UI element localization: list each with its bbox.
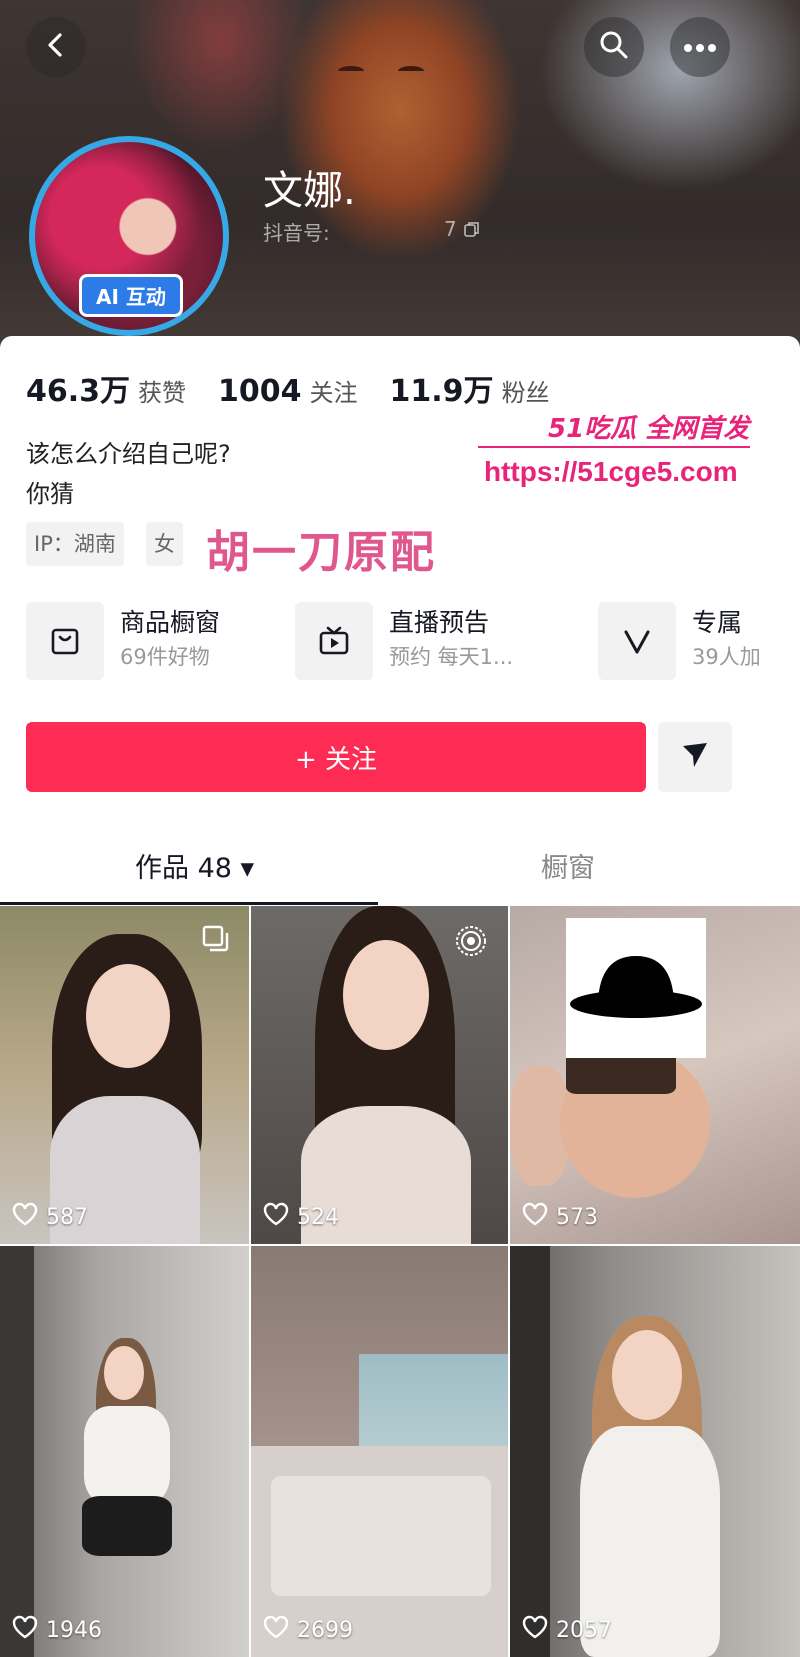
video-tile[interactable]: 2699 — [251, 1246, 508, 1657]
video-tile[interactable]: 1946 — [0, 1246, 249, 1657]
censor-hat-sticker — [566, 918, 706, 1058]
feature-live-preview[interactable]: 直播预告 预约 每天1... — [295, 602, 513, 682]
video-tile[interactable]: 524 — [251, 906, 508, 1244]
heart-icon — [263, 1202, 289, 1232]
multi-image-icon — [201, 924, 231, 958]
like-count: 587 — [12, 1202, 88, 1232]
more-dots-icon — [683, 38, 717, 57]
stats-row: 46.3万 获赞 1004 关注 11.9万 粉丝 — [26, 366, 582, 410]
like-count: 1946 — [12, 1615, 102, 1645]
like-count: 2699 — [263, 1615, 353, 1645]
share-button[interactable] — [658, 722, 732, 792]
like-count: 2057 — [522, 1615, 612, 1645]
back-button[interactable] — [26, 17, 86, 77]
watermark-divider — [478, 446, 750, 448]
like-count-text: 524 — [297, 1204, 339, 1230]
followers-count[interactable]: 11.9万 — [390, 366, 494, 410]
like-count-text: 2057 — [556, 1617, 612, 1643]
video-grid: 587 524 573 1946 2699 2057 — [0, 906, 800, 1657]
feature-subtitle: 39人加 — [692, 645, 761, 669]
ai-interaction-badge[interactable]: AI 互动 — [79, 274, 183, 317]
feature-subtitle: 预约 每天1... — [389, 645, 514, 669]
likes-label: 获赞 — [138, 379, 187, 407]
feature-subtitle: 69件好物 — [120, 645, 210, 669]
douyin-id-label: 抖音号: — [263, 221, 330, 245]
feature-title: 商品橱窗 — [120, 608, 221, 637]
douyin-id-value[interactable]: 7 — [444, 217, 481, 241]
avatar[interactable]: AI 互动 — [19, 126, 239, 346]
like-count-text: 573 — [556, 1204, 598, 1230]
heart-icon — [263, 1615, 289, 1645]
search-button[interactable] — [584, 17, 644, 77]
heart-icon — [522, 1615, 548, 1645]
feature-title: 直播预告 — [389, 608, 490, 637]
following-label: 关注 — [309, 379, 358, 407]
bio-line: 你猜 — [26, 480, 74, 508]
followers-label: 粉丝 — [501, 379, 550, 407]
shopping-bag-icon — [26, 602, 104, 680]
tv-icon — [295, 602, 373, 680]
live-record-icon — [454, 924, 488, 962]
douyin-id-text: 7 — [444, 217, 457, 241]
like-count: 573 — [522, 1202, 598, 1232]
ip-tag: IP：湖南 — [26, 522, 124, 566]
copy-icon[interactable] — [463, 217, 481, 241]
active-tab-indicator — [0, 902, 378, 905]
chevron-left-icon — [42, 31, 70, 63]
like-count: 524 — [263, 1202, 339, 1232]
tab-works[interactable]: 作品 48 ▾ — [135, 846, 254, 885]
heart-icon — [522, 1202, 548, 1232]
following-count[interactable]: 1004 — [218, 374, 302, 409]
overlay-caption: 胡一刀原配 — [206, 527, 436, 578]
follow-button[interactable]: + 关注 — [26, 722, 646, 792]
search-icon — [598, 29, 630, 65]
like-count-text: 587 — [46, 1204, 88, 1230]
mascot-eye — [338, 66, 364, 76]
feature-exclusive[interactable]: 专属 39人加 — [598, 602, 761, 682]
video-tile[interactable]: 587 — [0, 906, 249, 1244]
mascot-eye — [398, 66, 424, 76]
video-tile[interactable]: 2057 — [510, 1246, 800, 1657]
feature-title: 专属 — [692, 608, 743, 637]
watermark-url: https://51cge5.com — [484, 456, 738, 487]
watermark-title: 51吃瓜 全网首发 — [548, 414, 750, 444]
feature-shop-window[interactable]: 商品橱窗 69件好物 — [26, 602, 220, 682]
content-tabs: 作品 48 ▾ 橱窗 — [0, 836, 800, 906]
likes-count[interactable]: 46.3万 — [26, 366, 130, 410]
heart-icon — [12, 1202, 38, 1232]
heart-icon — [12, 1615, 38, 1645]
video-tile[interactable]: 573 — [510, 906, 800, 1244]
send-arrow-icon — [680, 740, 710, 774]
nickname: 文娜. — [263, 168, 356, 214]
more-button[interactable] — [670, 17, 730, 77]
bio: 该怎么介绍自己呢? 你猜 — [26, 434, 231, 514]
like-count-text: 1946 — [46, 1617, 102, 1643]
like-count-text: 2699 — [297, 1617, 353, 1643]
bio-line: 该怎么介绍自己呢? — [26, 440, 231, 468]
tab-window[interactable]: 橱窗 — [541, 846, 595, 885]
gender-tag: 女 — [146, 522, 183, 566]
v-badge-icon — [598, 602, 676, 680]
